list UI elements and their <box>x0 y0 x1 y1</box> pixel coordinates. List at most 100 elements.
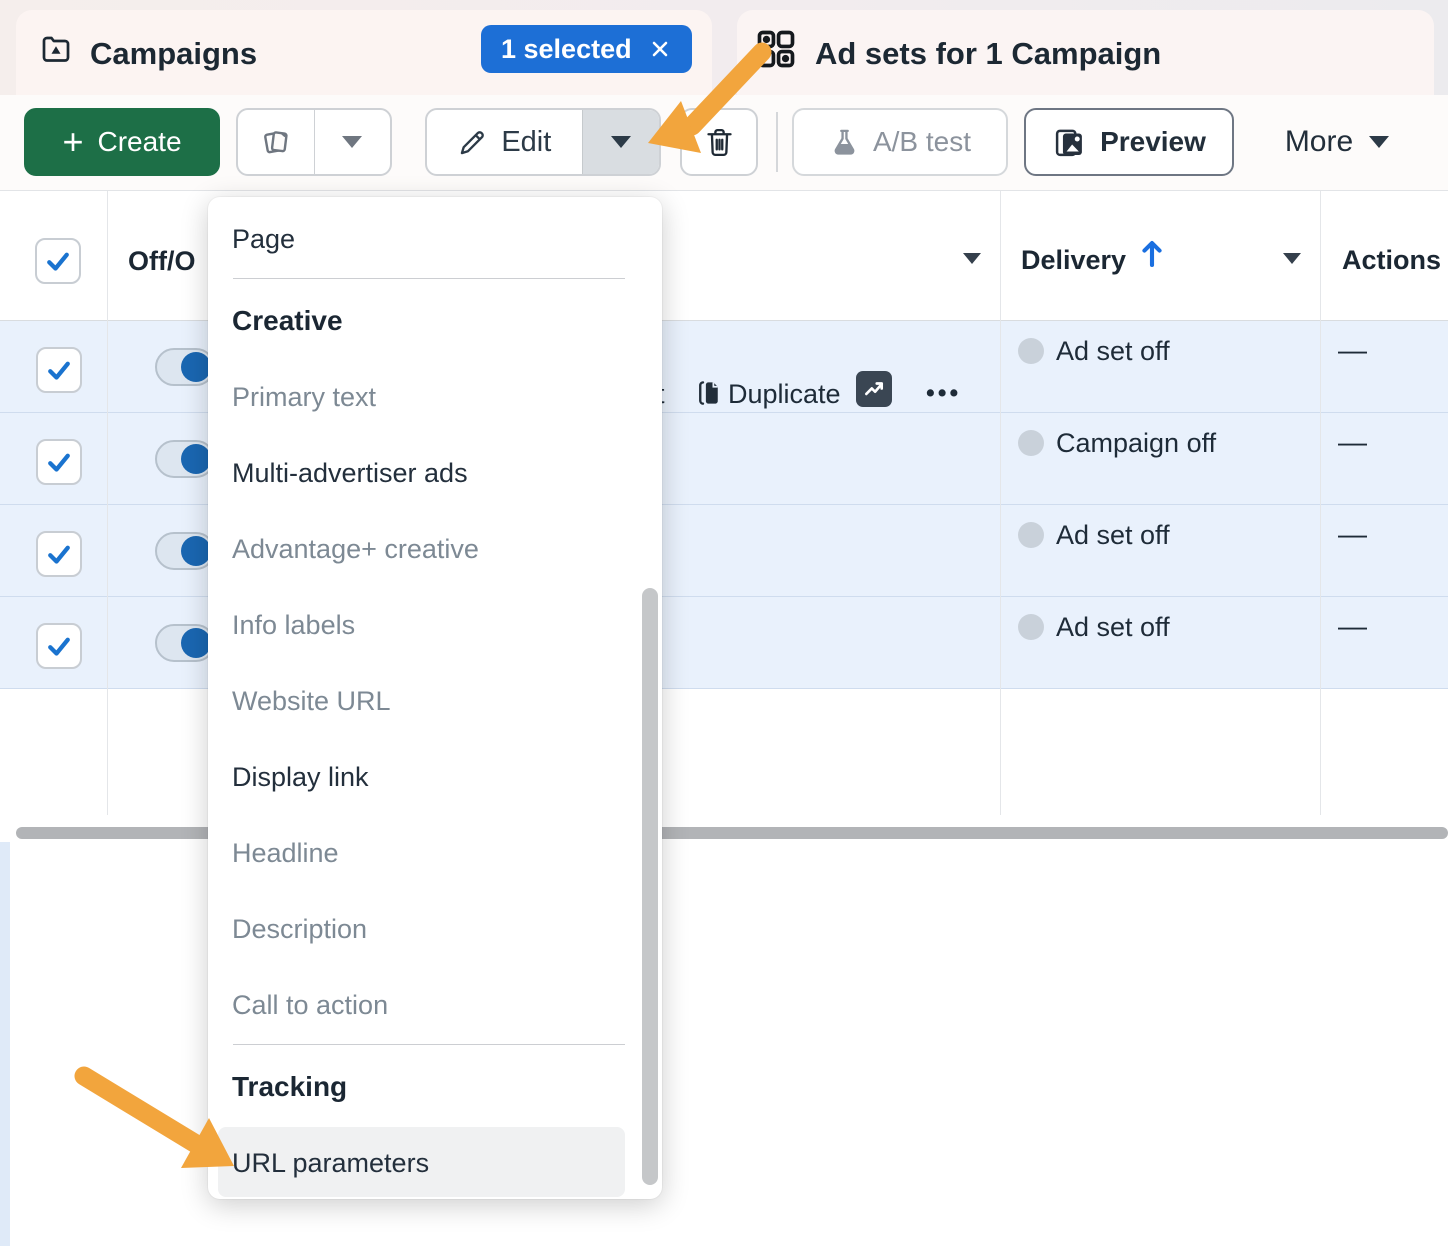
select-all-checkbox[interactable] <box>35 238 81 284</box>
delivery-status: Ad set off <box>1056 333 1170 369</box>
column-divider <box>1000 191 1001 815</box>
menu-item-advantage-creative[interactable]: Advantage+ creative <box>232 529 479 569</box>
toggle-knob <box>181 352 211 382</box>
delivery-menu-caret-icon[interactable] <box>1283 253 1301 264</box>
menu-divider <box>233 278 625 279</box>
duplicate-split-button <box>236 108 392 176</box>
duplicate-icon <box>694 378 724 408</box>
menu-scrollbar[interactable] <box>642 588 658 1185</box>
row-more-options-button[interactable]: ••• <box>926 375 961 411</box>
duplicate-button[interactable] <box>238 110 315 174</box>
toggle-knob <box>181 536 211 566</box>
more-button[interactable]: More <box>1262 108 1412 176</box>
delivery-status-dot <box>1018 430 1044 456</box>
view-charts-button[interactable] <box>856 371 892 407</box>
duplicate-row-button[interactable]: Duplicate <box>728 377 841 411</box>
duplicate-dropdown-button[interactable] <box>315 110 391 174</box>
menu-item-display-link[interactable]: Display link <box>232 757 369 797</box>
actions-value: — <box>1338 425 1367 461</box>
ab-test-button[interactable]: A/B test <box>792 108 1008 176</box>
left-edge-strip <box>0 842 10 1246</box>
column-header-off-on[interactable]: Off/O <box>128 244 196 278</box>
menu-item-url-parameters[interactable]: URL parameters <box>232 1143 429 1183</box>
menu-item-call-to-action[interactable]: Call to action <box>232 985 388 1025</box>
menu-section-tracking: Tracking <box>232 1067 347 1107</box>
row-checkbox[interactable] <box>36 623 82 669</box>
ads-manager-screen: Campaigns 1 selected Ad sets for 1 Camp <box>0 0 1448 1246</box>
column-header-delivery[interactable]: Delivery <box>1021 243 1126 277</box>
more-label: More <box>1285 125 1353 159</box>
column-header-actions: Actions <box>1342 243 1441 277</box>
toolbar: + Create Edi <box>0 95 1448 190</box>
column-divider <box>107 191 108 815</box>
delivery-status-dot <box>1018 338 1044 364</box>
menu-divider <box>233 1044 625 1045</box>
create-button[interactable]: + Create <box>24 108 220 176</box>
check-icon <box>44 355 74 385</box>
delivery-status: Ad set off <box>1056 609 1170 645</box>
selected-count-label: 1 selected <box>501 34 632 65</box>
trash-icon <box>703 126 736 159</box>
sort-ascending-icon[interactable] <box>1140 237 1164 269</box>
menu-item-info-labels[interactable]: Info labels <box>232 605 355 645</box>
toolbar-divider <box>776 112 778 172</box>
actions-value: — <box>1338 609 1367 645</box>
selected-count-badge[interactable]: 1 selected <box>481 25 692 73</box>
tab-adsets-label: Ad sets for 1 Campaign <box>815 36 1161 72</box>
menu-item-website-url[interactable]: Website URL <box>232 681 391 721</box>
column-divider <box>1320 191 1321 815</box>
check-icon <box>44 539 74 569</box>
ab-test-label: A/B test <box>873 126 971 158</box>
edit-button[interactable]: Edit <box>427 110 582 174</box>
tab-campaigns[interactable]: Campaigns 1 selected <box>16 10 712 95</box>
status-toggle[interactable] <box>155 624 215 662</box>
status-toggle[interactable] <box>155 440 215 478</box>
flask-icon <box>829 127 860 158</box>
preview-label: Preview <box>1100 126 1206 158</box>
edit-label: Edit <box>501 126 551 159</box>
copy-icon <box>259 125 293 159</box>
adsets-grid-icon <box>754 27 798 71</box>
edit-split-button: Edit <box>425 108 661 176</box>
menu-item-description[interactable]: Description <box>232 909 367 949</box>
delete-button[interactable] <box>680 108 758 176</box>
chevron-down-icon <box>611 136 631 148</box>
chevron-down-icon <box>1369 136 1389 148</box>
status-toggle[interactable] <box>155 348 215 386</box>
toggle-knob <box>181 444 211 474</box>
actions-value: — <box>1338 517 1367 553</box>
close-icon[interactable] <box>648 37 672 61</box>
edit-dropdown-button[interactable] <box>582 110 659 174</box>
campaigns-folder-icon <box>38 32 74 68</box>
menu-item-multi-advertiser-ads[interactable]: Multi-advertiser ads <box>232 453 468 493</box>
preview-image-icon <box>1052 125 1087 160</box>
pencil-icon <box>457 127 488 158</box>
menu-item-headline[interactable]: Headline <box>232 833 339 873</box>
menu-section-creative: Creative <box>232 301 343 341</box>
check-icon <box>44 631 74 661</box>
delivery-status: Campaign off <box>1056 425 1216 461</box>
column-menu-caret-icon[interactable] <box>963 253 981 264</box>
status-toggle[interactable] <box>155 532 215 570</box>
row-checkbox[interactable] <box>36 347 82 393</box>
delivery-status-dot <box>1018 614 1044 640</box>
plus-icon: + <box>62 124 83 160</box>
tab-campaigns-label: Campaigns <box>90 36 257 72</box>
chevron-down-icon <box>342 136 362 148</box>
tab-strip: Campaigns 1 selected Ad sets for 1 Camp <box>0 0 1448 95</box>
create-label: Create <box>97 126 181 158</box>
toggle-knob <box>181 628 211 658</box>
row-checkbox[interactable] <box>36 439 82 485</box>
actions-value: — <box>1338 333 1367 369</box>
trend-up-icon <box>863 378 885 400</box>
check-icon <box>43 246 73 276</box>
delivery-status-dot <box>1018 522 1044 548</box>
menu-item-primary-text[interactable]: Primary text <box>232 377 376 417</box>
tab-adsets[interactable]: Ad sets for 1 Campaign <box>737 10 1434 95</box>
delivery-status: Ad set off <box>1056 517 1170 553</box>
check-icon <box>44 447 74 477</box>
menu-item-page[interactable]: Page <box>232 219 295 259</box>
edit-dropdown-menu: Page Creative Primary text Multi-adverti… <box>208 197 662 1199</box>
row-checkbox[interactable] <box>36 531 82 577</box>
preview-button[interactable]: Preview <box>1024 108 1234 176</box>
